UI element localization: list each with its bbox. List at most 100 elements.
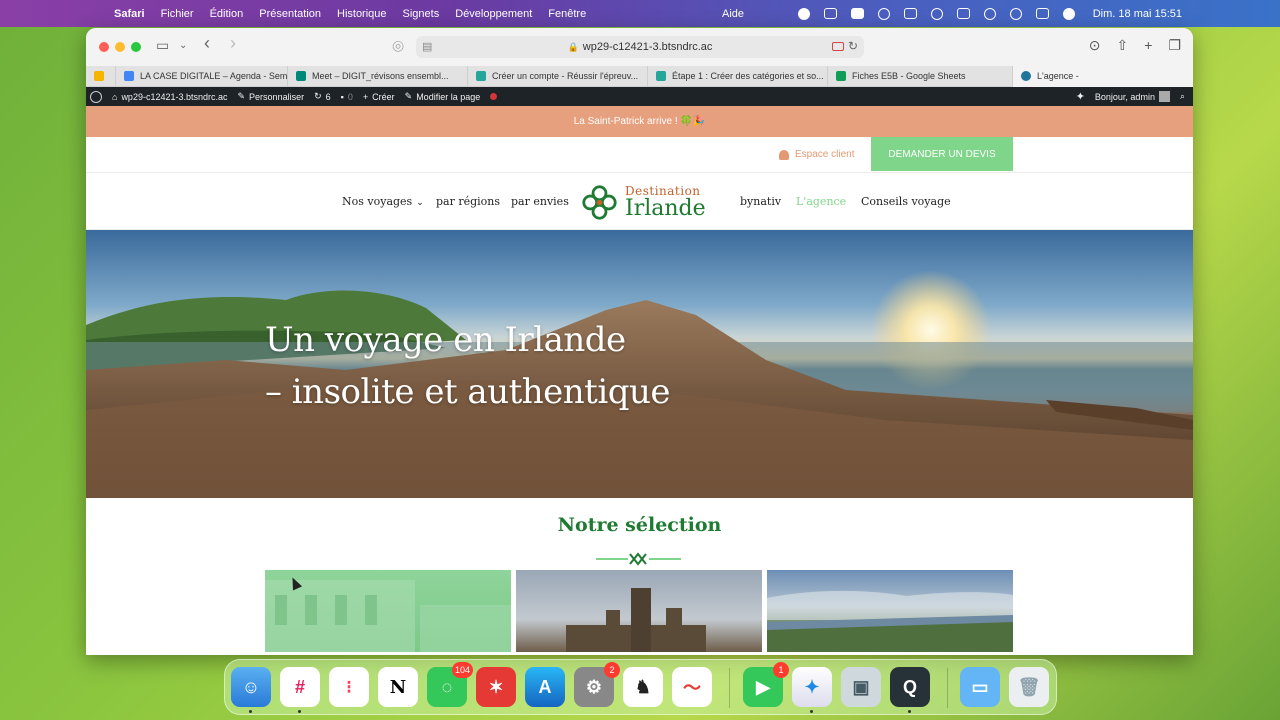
preview-icon[interactable]: ▣ (841, 667, 881, 707)
safari-icon[interactable]: ✦ (792, 667, 832, 707)
trash-icon[interactable]: 🗑 (1009, 667, 1049, 707)
house-icon: ⌂ (112, 91, 118, 102)
menubar-clock[interactable]: Dim. 18 mai 15:51 (1093, 8, 1182, 20)
admin-customize-link[interactable]: ✎ Personnaliser (238, 91, 305, 102)
battery-icon[interactable] (956, 8, 970, 19)
cyberduck-icon[interactable]: ♞ (623, 667, 663, 707)
tab-label: Étape 1 : Créer des catégories et so... (672, 71, 824, 81)
tab-sheets[interactable]: Fiches E5B - Google Sheets (828, 65, 1013, 87)
close-window-button[interactable] (99, 42, 109, 52)
monday-icon[interactable]: ⁝ (329, 667, 369, 707)
new-tab-icon[interactable]: + (1144, 37, 1152, 54)
tab-creer-compte[interactable]: Créer un compte - Réussir l'épreuv... (468, 65, 648, 87)
site-logo[interactable]: Destination Irlande (581, 182, 711, 222)
sidebar-icon[interactable]: ▭ (156, 37, 169, 54)
facetime-icon[interactable]: ▶ 1 (743, 662, 789, 707)
admin-updates-count: 6 (325, 91, 331, 102)
messages-icon[interactable]: ◌ 104 (427, 662, 473, 707)
privacy-report-icon[interactable]: ◎ (392, 37, 404, 54)
tab-drive[interactable] (86, 65, 116, 87)
spark-icon[interactable]: ✶ (476, 667, 516, 707)
siri-icon[interactable] (1062, 7, 1075, 20)
selection-card-2[interactable] (516, 570, 762, 652)
search-icon[interactable] (1009, 7, 1022, 20)
search-icon[interactable]: ⌕ (1180, 91, 1185, 102)
nav-par-regions[interactable]: par régions (436, 195, 500, 208)
menu-fichier[interactable]: Fichier (161, 8, 194, 20)
nav-conseils-voyage[interactable]: Conseils voyage (861, 195, 951, 208)
admin-site-link[interactable]: ⌂ wp29-c12421-3.btsndrc.ac (112, 92, 228, 102)
record-icon[interactable] (797, 7, 810, 20)
selection-card-1[interactable] (265, 570, 511, 652)
menu-edition[interactable]: Édition (210, 8, 244, 20)
selection-section: Notre sélection (86, 498, 1193, 652)
admin-new-link[interactable]: + Créer (363, 92, 395, 102)
comment-icon: ▪ (340, 91, 344, 102)
wordpress-logo-icon[interactable] (90, 90, 102, 103)
pencil-icon: ✎ (404, 91, 413, 101)
espace-client-link[interactable]: Espace client (779, 149, 854, 160)
forward-icon[interactable]: › (230, 33, 236, 54)
nav-nos-voyages[interactable]: Nos voyages ⌄ (342, 195, 424, 208)
freeform-icon[interactable]: 〜 (672, 667, 712, 707)
admin-seo-link[interactable] (490, 93, 498, 100)
screen-mirror-icon[interactable] (823, 8, 837, 19)
admin-updates-link[interactable]: ↻ 6 (314, 91, 331, 102)
menu-signets[interactable]: Signets (403, 8, 440, 20)
reload-icon[interactable]: ↻ (848, 39, 858, 53)
slack-icon[interactable]: # (280, 667, 320, 707)
admin-comments-link[interactable]: ▪ 0 (341, 92, 353, 102)
menu-fenetre[interactable]: Fenêtre (548, 8, 586, 20)
menu-presentation[interactable]: Présentation (259, 8, 321, 20)
settings-badge: 2 (604, 662, 620, 678)
account-menu[interactable]: Bonjour, admin (1095, 91, 1170, 102)
page-menu-icon[interactable]: ▤ (422, 40, 432, 53)
wifi-icon[interactable] (983, 7, 996, 20)
nav-label: Nos voyages (342, 195, 413, 208)
menu-aide[interactable]: Aide (722, 8, 744, 20)
demander-devis-button[interactable]: DEMANDER UN DEVIS (871, 137, 1013, 171)
brush-icon: ✎ (237, 91, 246, 101)
screen-record-icon[interactable] (832, 42, 844, 51)
app-store-icon[interactable]: A (525, 667, 565, 707)
volume-icon[interactable] (903, 8, 917, 19)
tab-agenda[interactable]: LA CASE DIGITALE – Agenda - Sem... (116, 65, 288, 87)
cloud-icon[interactable] (877, 7, 890, 20)
selection-card-3[interactable] (767, 570, 1013, 652)
finder-icon[interactable]: ☺ (231, 667, 271, 707)
quicktime-icon[interactable]: Q (890, 667, 930, 707)
wp-admin-bar: ⌂ wp29-c12421-3.btsndrc.ac ✎ Personnaliser… (86, 87, 1193, 106)
share-icon[interactable]: ⇧ (1117, 37, 1129, 54)
menu-app-safari[interactable]: Safari (114, 8, 145, 20)
system-settings-icon[interactable]: ⚙ 2 (574, 662, 620, 707)
zoom-window-button[interactable] (131, 42, 141, 52)
folder-icon[interactable]: ▭ (960, 667, 1000, 707)
sparkle-icon[interactable]: ✦ (1076, 90, 1085, 103)
tab-meet[interactable]: Meet – DIGIT_révisons ensembl... (288, 65, 468, 87)
chevron-down-icon[interactable]: ⌄ (179, 40, 187, 51)
meet-icon (296, 71, 306, 81)
nav-bynativ[interactable]: bynativ (740, 195, 781, 208)
nav-l-agence[interactable]: L'agence (796, 195, 846, 208)
address-bar[interactable]: ▤ 🔒 wp29-c12421-3.btsndrc.ac ↻ (416, 36, 864, 58)
nav-par-envies[interactable]: par envies (511, 195, 569, 208)
tab-agence-active[interactable]: L'agence - (1013, 65, 1193, 87)
control-center-icon[interactable] (1035, 8, 1049, 19)
stage-icon[interactable] (850, 8, 864, 19)
tab-etape-1[interactable]: Étape 1 : Créer des catégories et so... (648, 65, 828, 87)
minimize-window-button[interactable] (115, 42, 125, 52)
downloads-icon[interactable]: ⊙ (1089, 37, 1101, 54)
back-icon[interactable]: ‹ (204, 33, 210, 54)
user-icon[interactable] (930, 7, 943, 20)
menu-historique[interactable]: Historique (337, 8, 387, 20)
messages-badge: 104 (451, 662, 473, 678)
menu-developpement[interactable]: Développement (455, 8, 532, 20)
notion-icon[interactable]: N (378, 667, 418, 707)
card-image-building (265, 580, 511, 652)
avatar (1158, 91, 1170, 102)
tab-label: Fiches E5B - Google Sheets (852, 71, 966, 81)
admin-new-label: Créer (372, 91, 395, 102)
seo-status-icon (490, 93, 498, 100)
tab-overview-icon[interactable]: ❐ (1168, 37, 1181, 54)
admin-edit-link[interactable]: ✎ Modifier la page (405, 91, 481, 102)
